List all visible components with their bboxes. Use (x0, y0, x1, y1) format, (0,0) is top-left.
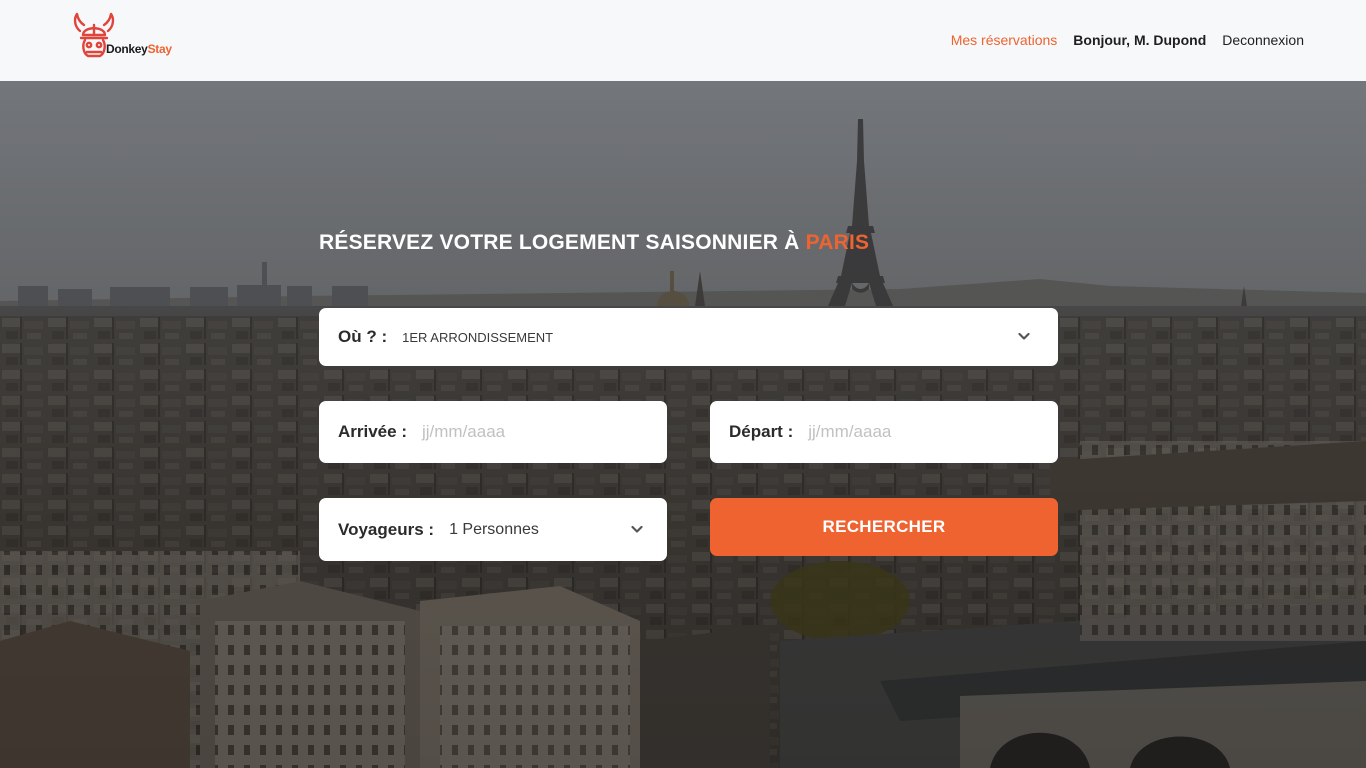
location-select[interactable]: Où ? : 1ER ARRONDISSEMENT (319, 308, 1058, 366)
departure-date-field[interactable]: Départ : jj/mm/aaaa (710, 401, 1058, 463)
travelers-label: Voyageurs : (338, 519, 435, 539)
search-button[interactable]: RECHERCHER (710, 498, 1058, 556)
user-greeting-link[interactable]: Bonjour, M. Dupond (1073, 32, 1206, 48)
departure-label: Départ : (729, 422, 794, 441)
travelers-select[interactable]: Voyageurs : 1 Personnes (319, 498, 667, 561)
location-value: 1ER ARRONDISSEMENT (402, 329, 554, 345)
paris-skyline-background (0, 81, 1366, 768)
brand-name-part1: Donkey (106, 42, 148, 56)
logout-link[interactable]: Deconnexion (1222, 32, 1304, 48)
departure-date-input[interactable]: jj/mm/aaaa (808, 422, 891, 442)
my-reservations-link[interactable]: Mes réservations (951, 32, 1058, 48)
headline-text: RÉSERVEZ VOTRE LOGEMENT SAISONNIER À (319, 231, 800, 254)
top-nav: Mes réservations Bonjour, M. Dupond Deco… (951, 32, 1304, 48)
arrival-date-input[interactable]: jj/mm/aaaa (422, 422, 505, 442)
chevron-down-icon[interactable] (631, 525, 643, 534)
brand-name-part2: Stay (147, 42, 172, 56)
location-label: Où ? : (338, 327, 388, 346)
headline-city: PARIS (805, 231, 870, 254)
arrival-label: Arrivée : (338, 422, 407, 441)
travelers-value: 1 Personnes (449, 520, 539, 538)
hero-section: RÉSERVEZ VOTRE LOGEMENT SAISONNIER À PAR… (0, 81, 1366, 768)
brand-logo[interactable]: DonkeyStay (72, 11, 182, 63)
top-header: DonkeyStay Mes réservations Bonjour, M. … (0, 0, 1366, 81)
chevron-down-icon[interactable] (1018, 332, 1030, 341)
arrival-date-field[interactable]: Arrivée : jj/mm/aaaa (319, 401, 667, 463)
brand-name: DonkeyStay (106, 42, 172, 56)
hero-headline: RÉSERVEZ VOTRE LOGEMENT SAISONNIER À PAR… (319, 231, 869, 255)
